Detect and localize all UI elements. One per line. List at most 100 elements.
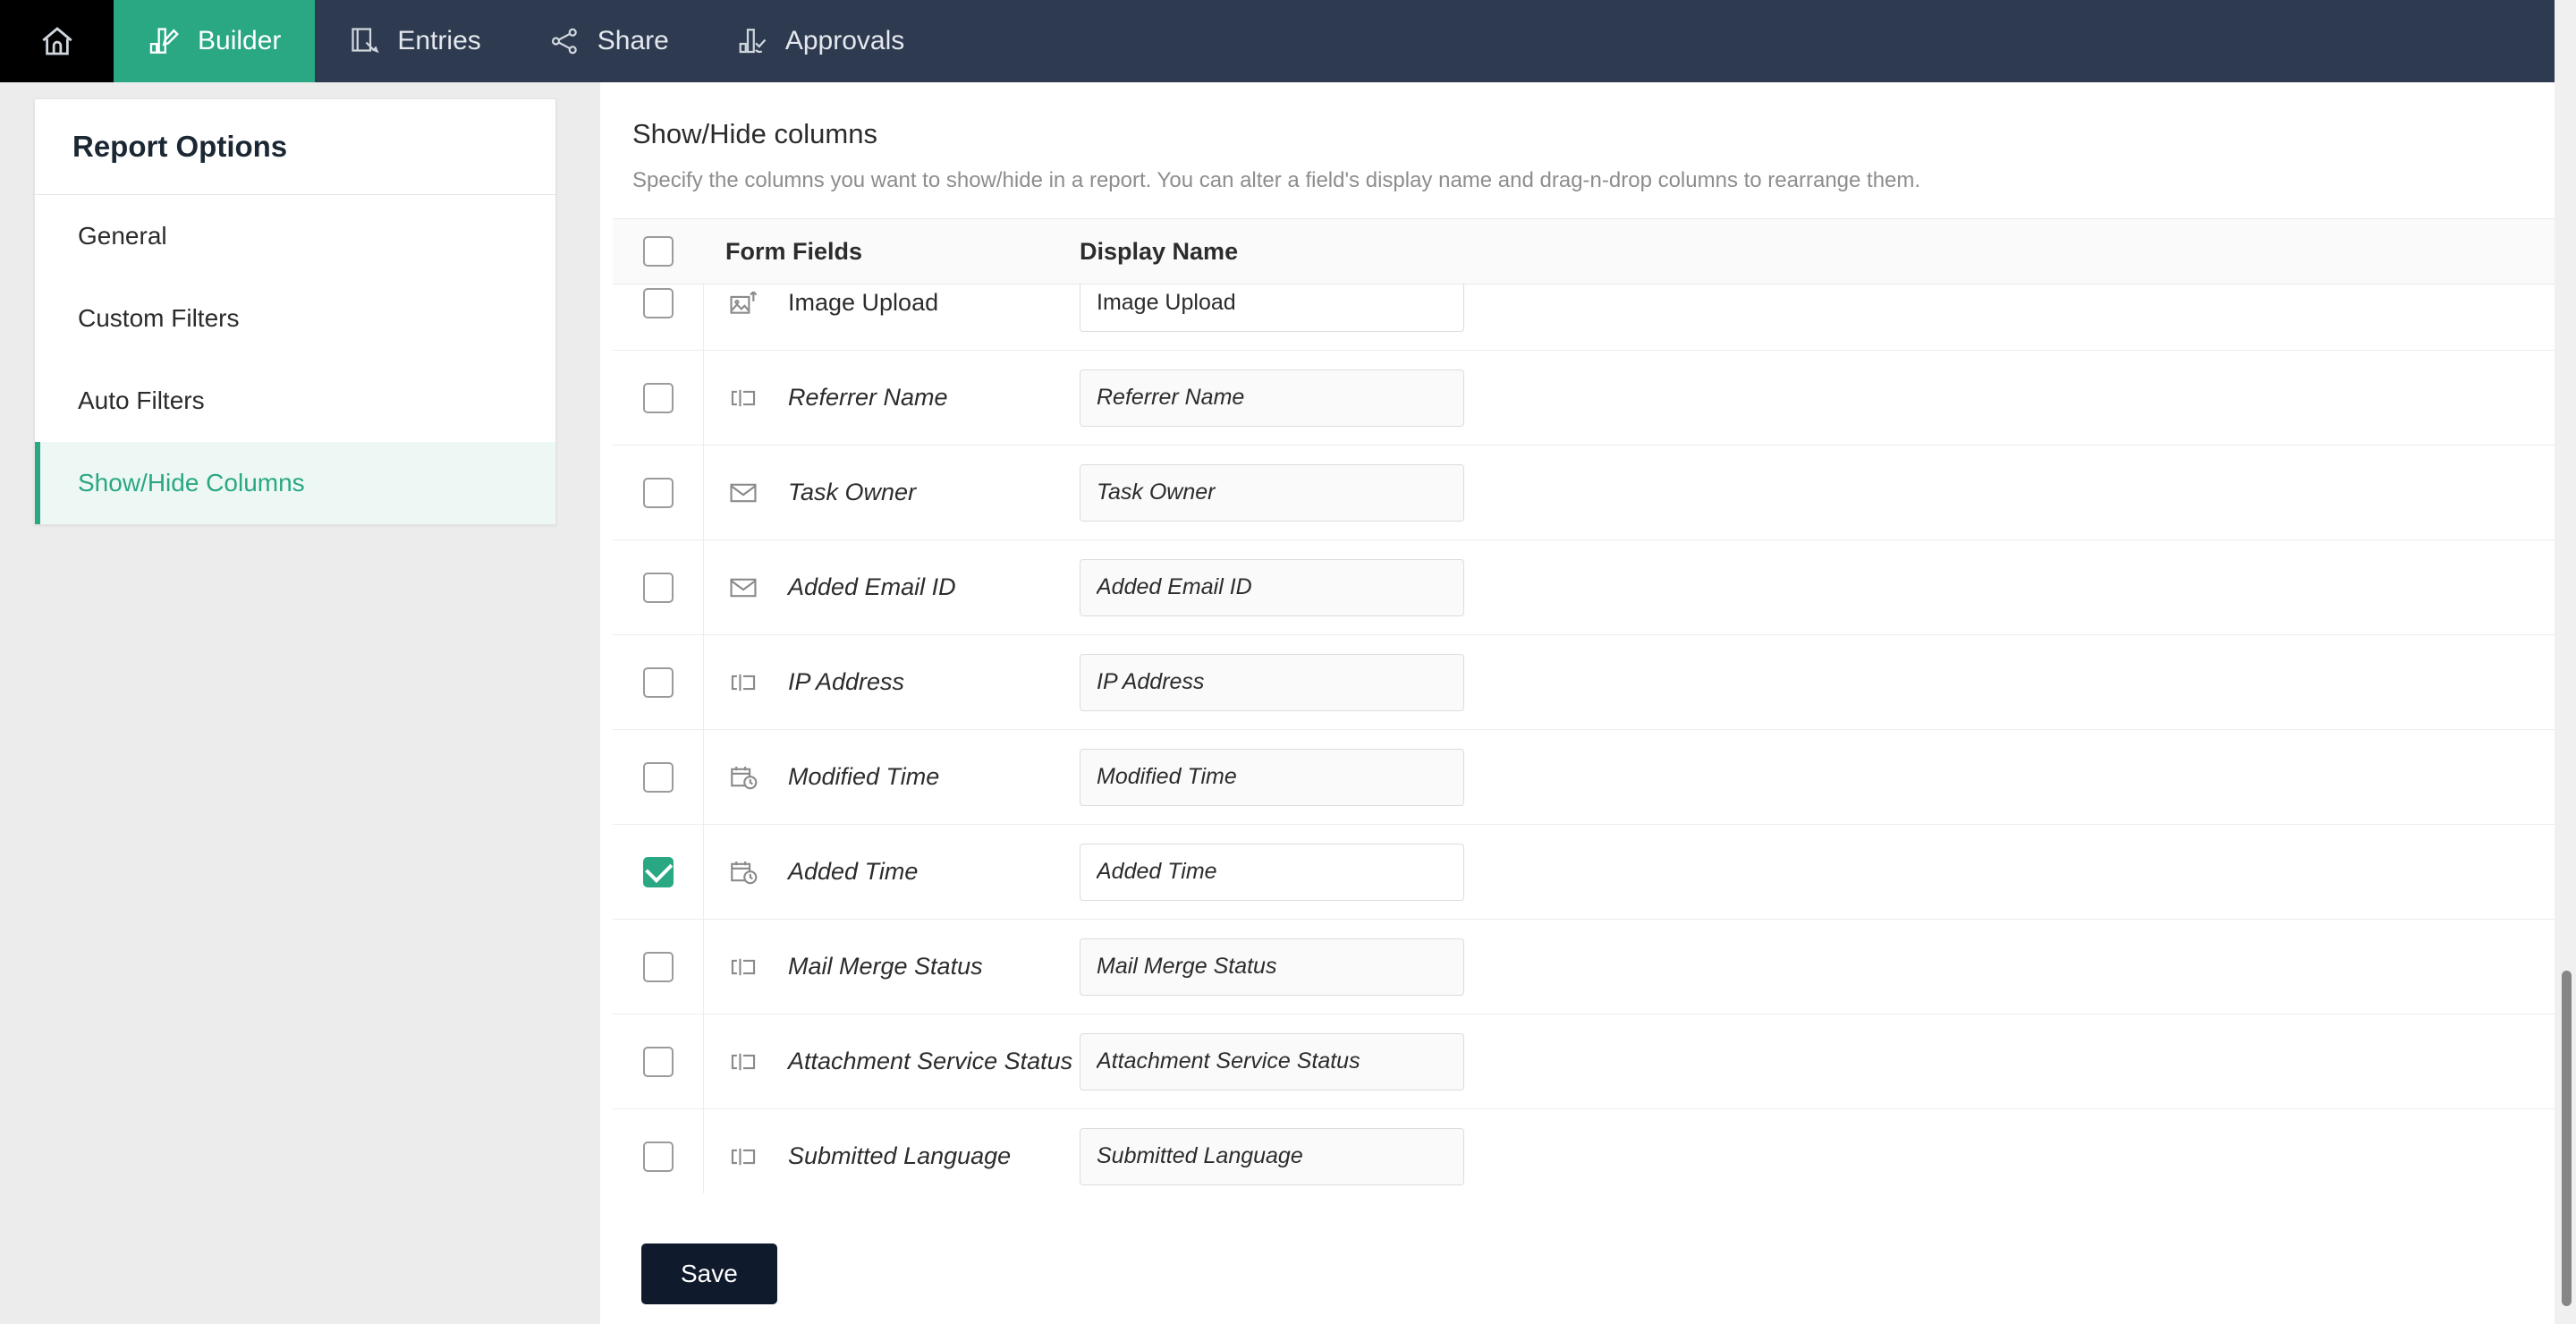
form-field-cell: Added Time — [704, 854, 1071, 890]
table-body-scroll-area[interactable]: Image Upload Referrer Name Task Owner Added… — [613, 284, 2562, 1193]
row-checkbox-cell — [613, 1014, 704, 1109]
display-name-input[interactable] — [1080, 1127, 1464, 1185]
save-button-area: Save — [600, 1193, 2576, 1304]
row-checkbox-cell — [613, 445, 704, 540]
sidebar-item-auto-filters[interactable]: Auto Filters — [35, 360, 555, 442]
display-name-input[interactable] — [1080, 463, 1464, 522]
form-field-cell: Modified Time — [704, 760, 1071, 795]
table-rows-container: Image Upload Referrer Name Task Owner Added… — [613, 284, 2562, 1193]
single-line-icon — [725, 665, 761, 700]
row-checkbox[interactable] — [642, 951, 674, 982]
datetime-icon — [725, 854, 761, 890]
entries-icon — [349, 25, 381, 57]
display-name-input[interactable] — [1080, 938, 1464, 996]
form-field-cell: Submitted Language — [704, 1139, 1071, 1175]
page-description: Specify the columns you want to show/hid… — [632, 168, 1921, 192]
row-checkbox[interactable] — [642, 761, 674, 793]
row-checkbox[interactable] — [642, 382, 674, 413]
single-line-icon — [725, 1044, 761, 1080]
row-checkbox-cell — [613, 1108, 704, 1193]
header-form-fields-label: Form Fields — [725, 237, 863, 265]
display-name-cell — [1071, 653, 2562, 711]
tab-approvals-label: Approvals — [784, 26, 905, 55]
table-row: Mail Merge Status — [613, 919, 2562, 1014]
row-checkbox-cell — [613, 824, 704, 920]
display-name-cell — [1071, 463, 2562, 522]
form-field-cell: Mail Merge Status — [704, 949, 1071, 985]
tab-entries-label: Entries — [397, 26, 481, 55]
row-checkbox-cell — [613, 729, 704, 825]
sidebar-item-custom-filters[interactable]: Custom Filters — [35, 277, 555, 360]
select-all-checkbox[interactable] — [643, 236, 674, 267]
row-checkbox[interactable] — [642, 572, 674, 603]
display-name-cell — [1071, 1032, 2562, 1091]
tab-share[interactable]: Share — [515, 0, 703, 82]
form-field-label: Referrer Name — [788, 384, 948, 411]
form-field-label: Added Email ID — [788, 573, 956, 600]
page-title: Show/Hide columns — [632, 118, 877, 149]
table-row: Modified Time — [613, 729, 2562, 825]
table-row: Added Time — [613, 824, 2562, 920]
form-field-label: Submitted Language — [788, 1142, 1012, 1169]
display-name-input[interactable] — [1080, 558, 1464, 616]
display-name-input[interactable] — [1080, 748, 1464, 806]
row-checkbox[interactable] — [642, 477, 674, 508]
display-name-input[interactable] — [1080, 284, 1464, 332]
form-field-label: Attachment Service Status — [788, 1048, 1073, 1074]
row-checkbox[interactable] — [642, 666, 674, 698]
row-checkbox[interactable] — [642, 1141, 674, 1172]
display-name-cell — [1071, 748, 2562, 806]
report-options-sidebar: Report Options General Custom Filters Au… — [34, 98, 556, 525]
tab-builder-label: Builder — [198, 26, 282, 55]
main-content-panel: Show/Hide columns Specify the columns yo… — [600, 82, 2576, 1324]
top-navigation-bar: Builder Entries Share Approvals — [0, 0, 2576, 82]
form-field-label: Mail Merge Status — [788, 953, 983, 980]
form-field-label: IP Address — [788, 668, 905, 695]
table-row: Attachment Service Status — [613, 1014, 2562, 1109]
display-name-cell — [1071, 1127, 2562, 1185]
form-field-label: Task Owner — [788, 479, 917, 505]
home-button[interactable] — [0, 0, 114, 82]
email-icon — [725, 475, 761, 511]
form-field-cell: Task Owner — [704, 475, 1071, 511]
single-line-icon — [725, 1139, 761, 1175]
display-name-cell — [1071, 369, 2562, 427]
tab-builder[interactable]: Builder — [114, 0, 316, 82]
page-scrollbar-thumb[interactable] — [2562, 971, 2572, 1306]
display-name-input[interactable] — [1080, 653, 1464, 711]
row-checkbox[interactable] — [642, 1046, 674, 1077]
row-checkbox-cell — [613, 350, 704, 446]
page-scrollbar-track[interactable] — [2555, 0, 2576, 1324]
tab-entries[interactable]: Entries — [315, 0, 514, 82]
builder-icon — [148, 24, 182, 58]
datetime-icon — [725, 760, 761, 795]
tab-approvals[interactable]: Approvals — [703, 0, 938, 82]
form-field-label: Image Upload — [788, 289, 939, 316]
home-icon — [38, 22, 76, 60]
table-row: Image Upload — [613, 284, 2562, 351]
form-field-cell: IP Address — [704, 665, 1071, 700]
select-all-cell — [613, 236, 704, 267]
display-name-cell — [1071, 938, 2562, 996]
display-name-input[interactable] — [1080, 369, 1464, 427]
form-field-cell: Image Upload — [704, 285, 1071, 321]
row-checkbox[interactable] — [642, 287, 674, 318]
sidebar-title: Report Options — [35, 99, 555, 195]
save-button[interactable]: Save — [641, 1243, 777, 1304]
header-display-name-cell: Display Name — [1071, 238, 2562, 266]
header-form-fields-cell: Form Fields — [704, 238, 1071, 266]
row-checkbox-cell — [613, 539, 704, 635]
row-checkbox[interactable] — [642, 856, 674, 887]
sidebar-item-general[interactable]: General — [35, 195, 555, 277]
display-name-input[interactable] — [1080, 1032, 1464, 1091]
form-field-label: Modified Time — [788, 763, 940, 790]
row-checkbox-cell — [613, 919, 704, 1014]
image-upload-icon — [725, 285, 761, 321]
display-name-input[interactable] — [1080, 843, 1464, 901]
display-name-cell — [1071, 558, 2562, 616]
sidebar-item-show-hide-columns[interactable]: Show/Hide Columns — [35, 442, 555, 524]
table-row: Task Owner — [613, 445, 2562, 540]
table-row: Referrer Name — [613, 350, 2562, 446]
form-field-cell: Added Email ID — [704, 570, 1071, 606]
share-icon — [549, 25, 581, 57]
